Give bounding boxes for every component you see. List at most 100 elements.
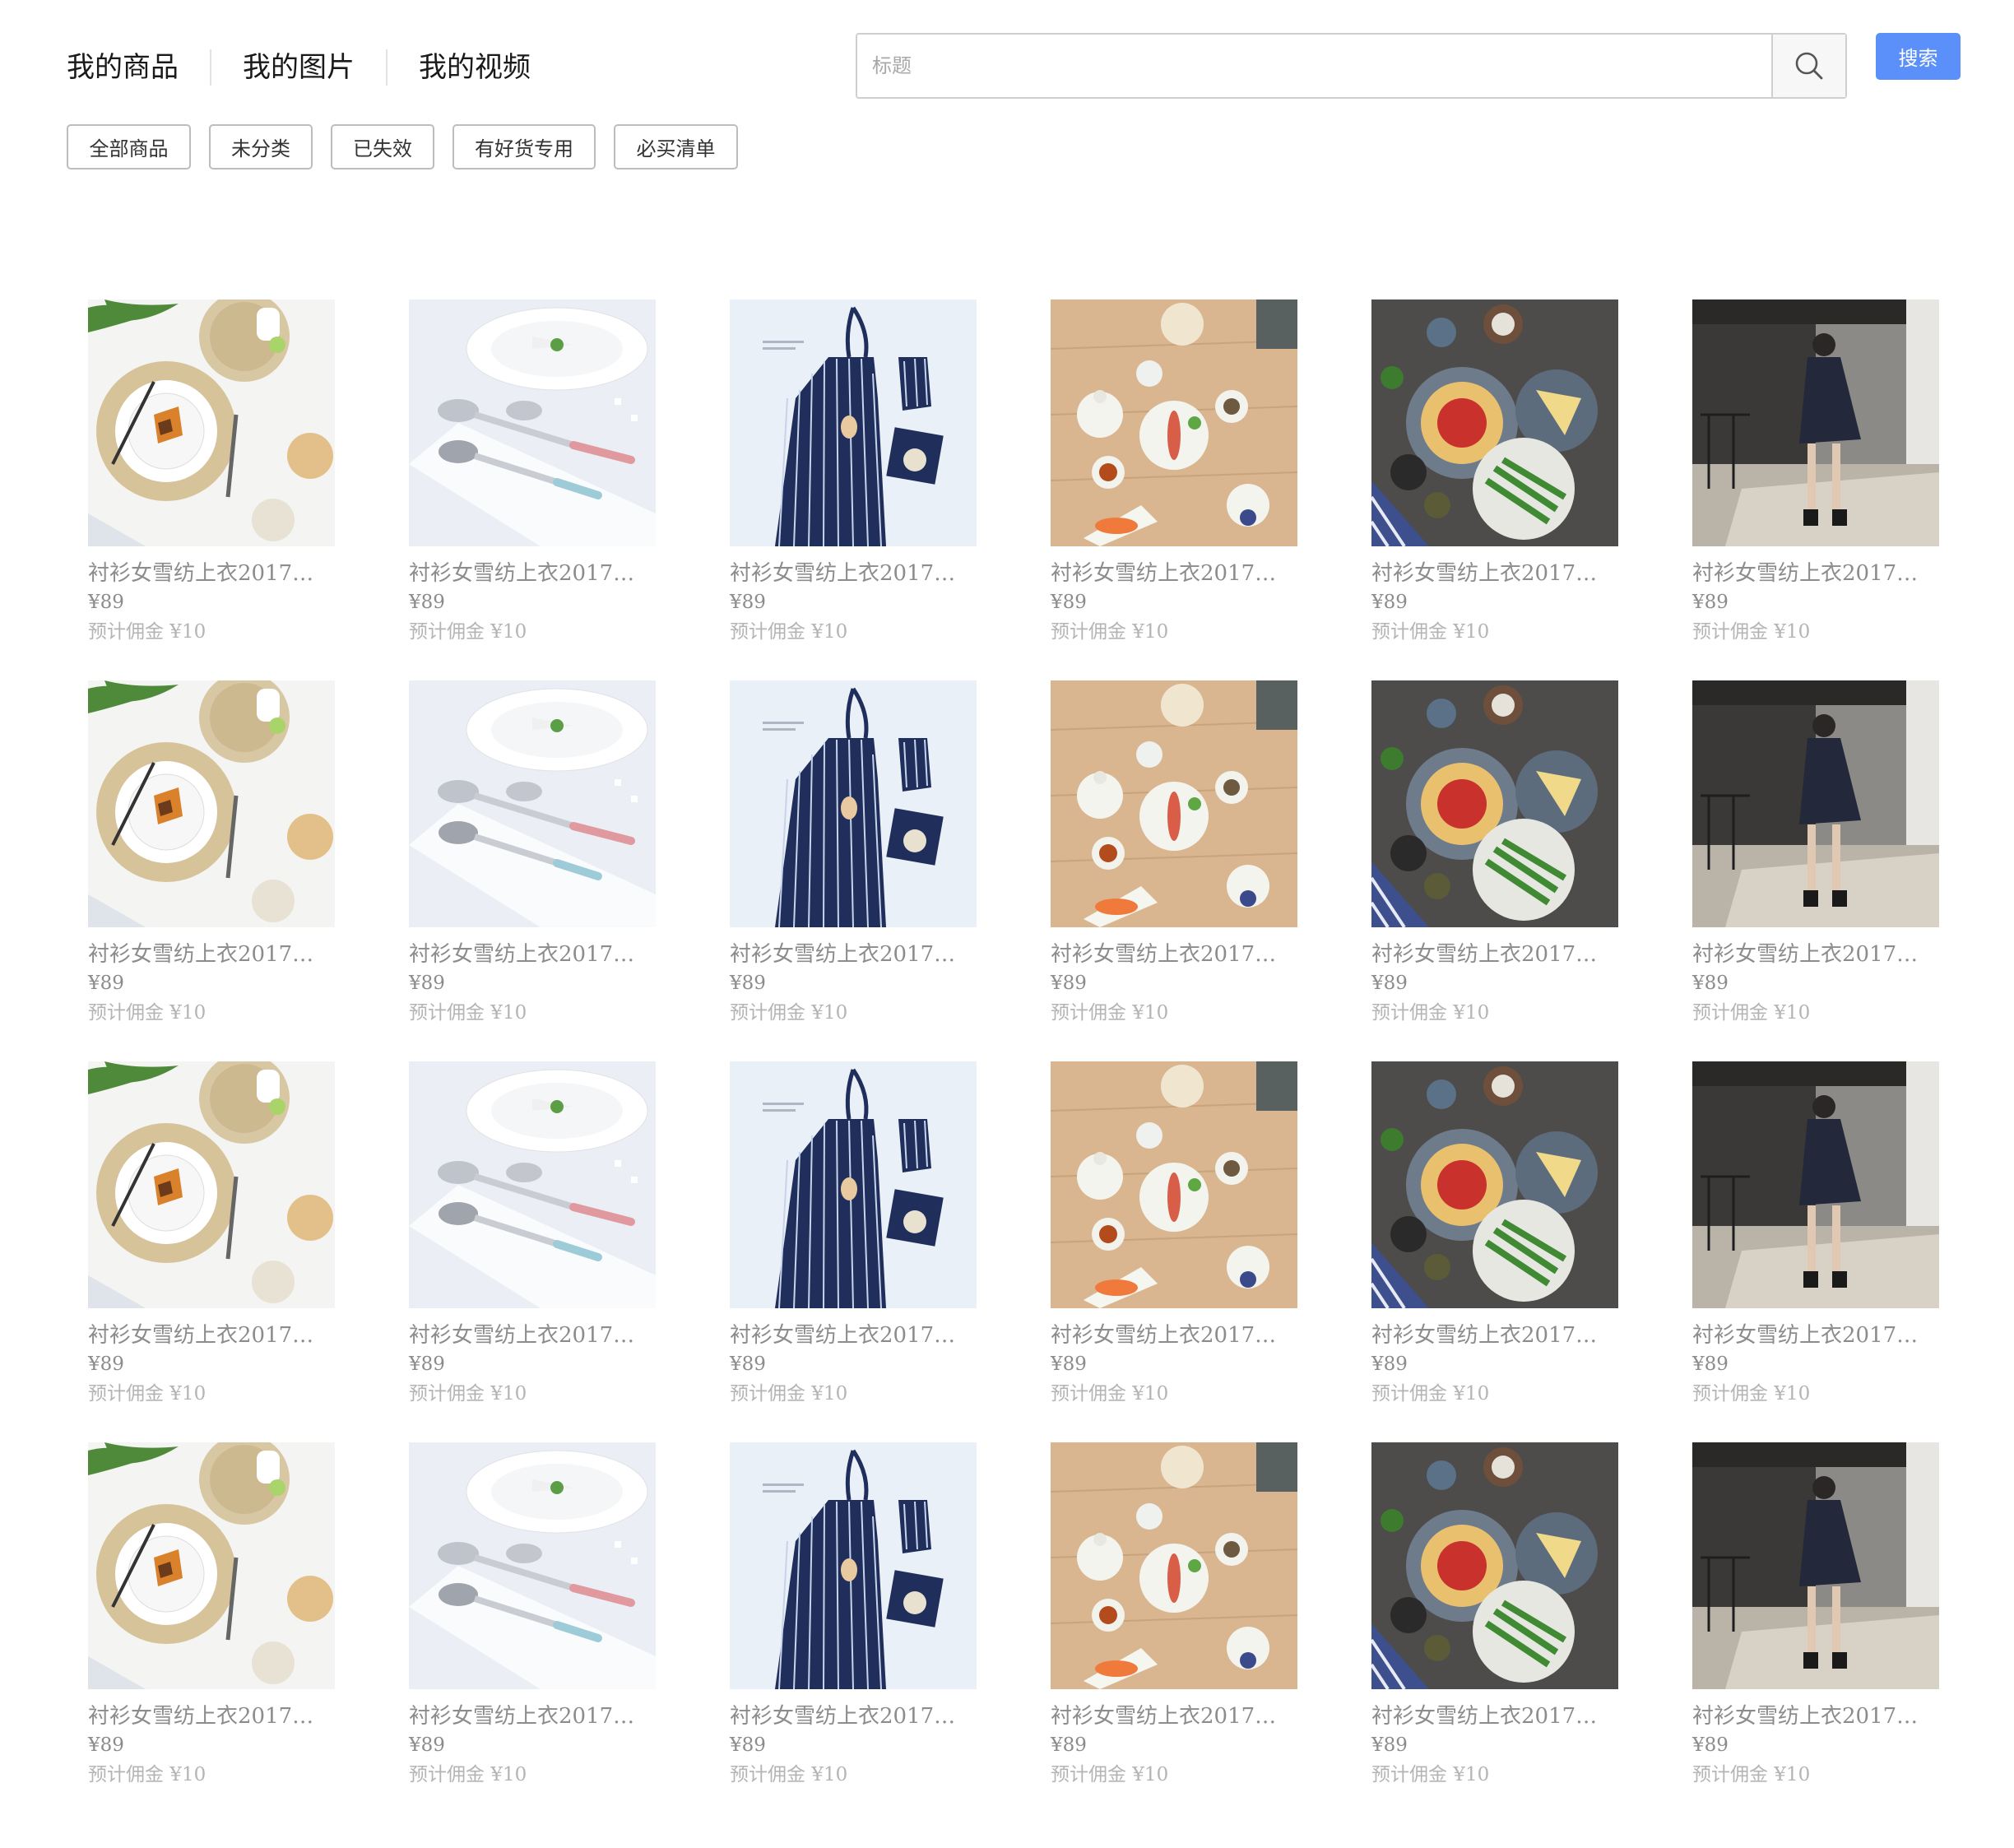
product-card[interactable]: 衬衫女雪纺上衣2017大纺… ¥89 预计佣金 ¥10 <box>88 1442 335 1823</box>
product-image[interactable] <box>730 680 977 927</box>
product-title[interactable]: 衬衫女雪纺上衣2017大纺… <box>88 1321 335 1349</box>
tab-my-images[interactable]: 我的图片 <box>211 43 386 92</box>
product-title[interactable]: 衬衫女雪纺上衣2017大纺… <box>730 560 977 587</box>
product-title[interactable]: 衬衫女雪纺上衣2017大纺… <box>730 940 977 968</box>
product-image[interactable] <box>88 1442 335 1689</box>
search-icon-button[interactable] <box>1771 35 1845 97</box>
product-card[interactable]: 衬衫女雪纺上衣2017大纺… ¥89 预计佣金 ¥10 <box>409 1442 656 1823</box>
product-card[interactable]: 衬衫女雪纺上衣2017大纺… ¥89 预计佣金 ¥10 <box>730 299 977 680</box>
product-card[interactable]: 衬衫女雪纺上衣2017大纺… ¥89 预计佣金 ¥10 <box>1371 1061 1618 1442</box>
product-photo <box>1371 1061 1618 1308</box>
product-card[interactable]: 衬衫女雪纺上衣2017大纺… ¥89 预计佣金 ¥10 <box>409 680 656 1061</box>
product-title[interactable]: 衬衫女雪纺上衣2017大纺… <box>409 940 656 968</box>
product-card[interactable]: 衬衫女雪纺上衣2017大纺… ¥89 预计佣金 ¥10 <box>1371 680 1618 1061</box>
product-title[interactable]: 衬衫女雪纺上衣2017大纺… <box>409 1702 656 1730</box>
filter-all-products[interactable]: 全部商品 <box>67 124 191 169</box>
product-image[interactable] <box>1051 1061 1297 1308</box>
product-photo <box>88 1442 335 1689</box>
product-image[interactable] <box>1692 1061 1939 1308</box>
product-image[interactable] <box>730 299 977 546</box>
product-card[interactable]: 衬衫女雪纺上衣2017大纺… ¥89 预计佣金 ¥10 <box>1692 299 1939 680</box>
product-title[interactable]: 衬衫女雪纺上衣2017大纺… <box>1371 560 1618 587</box>
product-card[interactable]: 衬衫女雪纺上衣2017大纺… ¥89 预计佣金 ¥10 <box>730 1061 977 1442</box>
product-title[interactable]: 衬衫女雪纺上衣2017大纺… <box>88 1702 335 1730</box>
product-image[interactable] <box>1371 299 1618 546</box>
tab-my-products[interactable]: 我的商品 <box>67 43 210 92</box>
product-title[interactable]: 衬衫女雪纺上衣2017大纺… <box>409 560 656 587</box>
product-commission: 预计佣金 ¥10 <box>88 1383 207 1405</box>
product-card[interactable]: 衬衫女雪纺上衣2017大纺… ¥89 预计佣金 ¥10 <box>1692 1061 1939 1442</box>
filter-uncategorized[interactable]: 未分类 <box>209 124 313 169</box>
product-photo <box>1692 299 1939 546</box>
product-title[interactable]: 衬衫女雪纺上衣2017大纺… <box>1051 1702 1297 1730</box>
product-image[interactable] <box>409 1442 656 1689</box>
product-title[interactable]: 衬衫女雪纺上衣2017大纺… <box>88 940 335 968</box>
product-image[interactable] <box>1051 680 1297 927</box>
product-image[interactable] <box>409 1061 656 1308</box>
product-title[interactable]: 衬衫女雪纺上衣2017大纺… <box>1371 1321 1618 1349</box>
product-image[interactable] <box>1051 299 1297 546</box>
product-image[interactable] <box>1371 680 1618 927</box>
product-image[interactable] <box>409 299 656 546</box>
product-title[interactable]: 衬衫女雪纺上衣2017大纺… <box>1692 1702 1939 1730</box>
product-image[interactable] <box>88 680 335 927</box>
product-card[interactable]: 衬衫女雪纺上衣2017大纺… ¥89 预计佣金 ¥10 <box>88 680 335 1061</box>
product-title[interactable]: 衬衫女雪纺上衣2017大纺… <box>1371 1702 1618 1730</box>
product-image[interactable] <box>1371 1442 1618 1689</box>
product-card[interactable]: 衬衫女雪纺上衣2017大纺… ¥89 预计佣金 ¥10 <box>1051 299 1297 680</box>
product-commission: 预计佣金 ¥10 <box>730 621 848 643</box>
product-price: ¥89 <box>409 1734 445 1756</box>
product-title[interactable]: 衬衫女雪纺上衣2017大纺… <box>1692 940 1939 968</box>
product-card[interactable]: 衬衫女雪纺上衣2017大纺… ¥89 预计佣金 ¥10 <box>1051 680 1297 1061</box>
product-image[interactable] <box>88 299 335 546</box>
product-title[interactable]: 衬衫女雪纺上衣2017大纺… <box>1692 1321 1939 1349</box>
product-card[interactable]: 衬衫女雪纺上衣2017大纺… ¥89 预计佣金 ¥10 <box>1371 299 1618 680</box>
product-card[interactable]: 衬衫女雪纺上衣2017大纺… ¥89 预计佣金 ¥10 <box>1371 1442 1618 1823</box>
product-photo <box>730 1442 977 1689</box>
filter-expired[interactable]: 已失效 <box>331 124 434 169</box>
product-card[interactable]: 衬衫女雪纺上衣2017大纺… ¥89 预计佣金 ¥10 <box>1051 1442 1297 1823</box>
product-card[interactable]: 衬衫女雪纺上衣2017大纺… ¥89 预计佣金 ¥10 <box>730 1442 977 1823</box>
product-photo <box>409 1061 656 1308</box>
product-price: ¥89 <box>1051 973 1087 994</box>
product-commission: 预计佣金 ¥10 <box>88 621 207 643</box>
product-image[interactable] <box>730 1442 977 1689</box>
filter-good-goods[interactable]: 有好货专用 <box>452 124 596 169</box>
product-price: ¥89 <box>409 1353 445 1375</box>
content-tabs: 我的商品 我的图片 我的视频 <box>67 43 562 92</box>
product-commission: 预计佣金 ¥10 <box>730 1383 848 1405</box>
product-image[interactable] <box>1692 1442 1939 1689</box>
product-card[interactable]: 衬衫女雪纺上衣2017大纺… ¥89 预计佣金 ¥10 <box>1692 680 1939 1061</box>
product-title[interactable]: 衬衫女雪纺上衣2017大纺… <box>1692 560 1939 587</box>
product-image[interactable] <box>1692 680 1939 927</box>
product-title[interactable]: 衬衫女雪纺上衣2017大纺… <box>1051 560 1297 587</box>
product-card[interactable]: 衬衫女雪纺上衣2017大纺… ¥89 预计佣金 ¥10 <box>730 680 977 1061</box>
product-card[interactable]: 衬衫女雪纺上衣2017大纺… ¥89 预计佣金 ¥10 <box>409 1061 656 1442</box>
product-title[interactable]: 衬衫女雪纺上衣2017大纺… <box>1051 1321 1297 1349</box>
product-title[interactable]: 衬衫女雪纺上衣2017大纺… <box>409 1321 656 1349</box>
product-title[interactable]: 衬衫女雪纺上衣2017大纺… <box>1051 940 1297 968</box>
product-title[interactable]: 衬衫女雪纺上衣2017大纺… <box>1371 940 1618 968</box>
product-title[interactable]: 衬衫女雪纺上衣2017大纺… <box>88 560 335 587</box>
product-commission: 预计佣金 ¥10 <box>1051 1764 1169 1785</box>
product-card[interactable]: 衬衫女雪纺上衣2017大纺… ¥89 预计佣金 ¥10 <box>1692 1442 1939 1823</box>
product-price: ¥89 <box>88 1734 124 1756</box>
product-card[interactable]: 衬衫女雪纺上衣2017大纺… ¥89 预计佣金 ¥10 <box>88 299 335 680</box>
search-input[interactable] <box>857 35 1771 97</box>
search-button[interactable]: 搜索 <box>1876 33 1961 80</box>
product-title[interactable]: 衬衫女雪纺上衣2017大纺… <box>730 1702 977 1730</box>
product-card[interactable]: 衬衫女雪纺上衣2017大纺… ¥89 预计佣金 ¥10 <box>1051 1061 1297 1442</box>
product-card[interactable]: 衬衫女雪纺上衣2017大纺… ¥89 预计佣金 ¥10 <box>409 299 656 680</box>
product-image[interactable] <box>409 680 656 927</box>
filter-must-buy-list[interactable]: 必买清单 <box>614 124 738 169</box>
product-image[interactable] <box>1051 1442 1297 1689</box>
product-commission: 预计佣金 ¥10 <box>730 1002 848 1024</box>
product-title[interactable]: 衬衫女雪纺上衣2017大纺… <box>730 1321 977 1349</box>
product-card[interactable]: 衬衫女雪纺上衣2017大纺… ¥89 预计佣金 ¥10 <box>88 1061 335 1442</box>
product-photo <box>409 1442 656 1689</box>
product-image[interactable] <box>1371 1061 1618 1308</box>
product-image[interactable] <box>1692 299 1939 546</box>
tab-my-videos[interactable]: 我的视频 <box>387 43 562 92</box>
product-image[interactable] <box>88 1061 335 1308</box>
product-image[interactable] <box>730 1061 977 1308</box>
